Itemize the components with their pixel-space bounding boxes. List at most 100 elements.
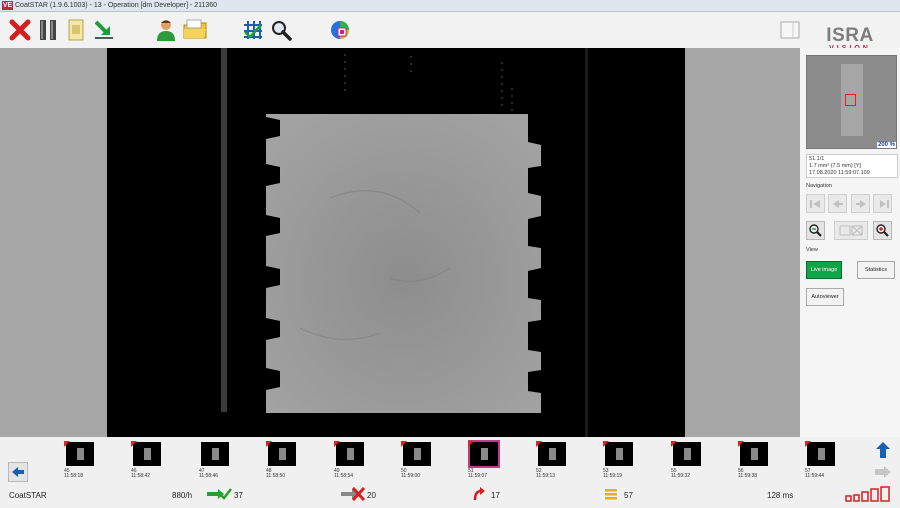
thumbnail-image [673,442,701,466]
preview-zoom-label: 200 % [876,142,896,148]
pause-button[interactable] [34,16,62,44]
thumbnail-image [740,442,768,466]
status-app-name: CoatSTAR [9,491,47,500]
color-calibration-button[interactable] [326,16,354,44]
nav-prev-icon [832,199,843,208]
app-icon: VE [2,1,13,10]
user-button[interactable] [152,16,180,44]
thumbnail-item[interactable]: 48 11:58:50 [266,441,301,482]
fit-view-icon [839,225,863,236]
thumbnail-time: 11:58:42 [131,473,151,479]
thumbnail-time: 11:59:13 [536,473,556,479]
zoom-out-button[interactable] [806,221,825,240]
scroll-up-button[interactable] [874,441,892,459]
thumbnail-time: 11:59:44 [805,473,825,479]
user-icon [157,20,175,41]
preview-overview[interactable]: 200 % [806,55,897,149]
zoom-icon [272,21,292,41]
close-button[interactable] [6,16,34,44]
open-folder-button[interactable] [181,16,209,44]
statistics-button[interactable]: Statistics [857,261,895,279]
thumbnail-item[interactable]: 57 11:59:44 [805,441,840,482]
nav-first-icon [809,199,820,208]
signal-level-icon [845,486,893,506]
nok-icon [340,486,366,505]
thumbnail-time: 11:59:00 [401,473,421,479]
thumbnail-time: 11:59:19 [603,473,623,479]
zoom-in-icon [876,224,889,237]
document-icon [68,19,84,41]
stack-icon [604,487,618,505]
thumbnail-time: 11:58:50 [266,473,286,479]
autoviewer-button[interactable]: Autoviewer [806,288,844,306]
status-cycle-time: 128 ms [767,491,794,500]
arrow-right-disabled-icon [875,466,891,478]
panel-toggle-icon [780,21,800,39]
thumbnail-image [201,442,229,466]
arrow-left-icon [12,467,24,477]
ok-icon [206,487,232,505]
inspection-image [0,48,800,437]
status-bar: CoatSTAR 880/h 37 20 17 57 128 ms [0,483,900,508]
thumbnail-item[interactable]: 56 11:59:38 [738,441,773,482]
thumbnail-item[interactable]: 46 11:58:42 [131,441,166,482]
thumbnail-image [807,442,835,466]
inspection-image-view[interactable] [0,48,800,437]
scroll-down-button[interactable] [874,463,892,481]
zoom-in-button[interactable] [873,221,892,240]
window-title: CoatSTAR (1.9.6.1003) - 13 - Operation [… [15,2,218,9]
status-ok-count: 37 [234,491,243,500]
status-redo-count: 17 [491,491,500,500]
status-nok-count: 20 [367,491,376,500]
thumbnail-item[interactable]: 53 11:59:19 [603,441,638,482]
thumbnail-image [133,442,161,466]
thumbnail-image [336,442,364,466]
defect-info-line3: 17.08.2020 11:59:07.109 [809,170,870,176]
thumbnail-image [66,442,94,466]
grid-icon [244,21,262,39]
status-stack-count: 57 [624,491,633,500]
nav-prev-button[interactable] [828,194,847,213]
thumbnail-item[interactable]: 45 11:58:18 [64,441,99,482]
status-rate: 880/h [172,491,193,500]
nav-first-button[interactable] [806,194,825,213]
thumbnail-time: 11:59:07 [468,473,488,479]
arrow-up-icon [876,442,890,458]
panel-toggle-button[interactable] [776,16,804,44]
thumbnail-time: 11:58:46 [199,473,219,479]
thumbnail-item[interactable]: 50 11:59:00 [401,441,436,482]
nav-next-button[interactable] [851,194,870,213]
thumbnail-image [403,442,431,466]
thumbnail-time: 11:59:38 [738,473,758,479]
thumbnail-image [468,440,500,468]
pause-icon [40,20,56,40]
thumbnail-item[interactable]: 49 11:58:54 [334,441,369,482]
thumbnail-item[interactable]: 55 11:59:32 [671,441,706,482]
thumbnail-image [538,442,566,466]
preview-roi-marker [845,94,856,106]
thumbnail-item[interactable]: 51 11:59:07 [468,440,503,482]
defect-info-line1: 51.1/1 [809,156,825,162]
color-calibration-icon [331,21,349,39]
navigation-label: Navigation [806,183,832,189]
redo-icon [472,487,486,505]
zoom-button[interactable] [267,16,295,44]
thumbnail-time: 11:58:54 [334,473,354,479]
scroll-left-button[interactable] [8,462,28,482]
document-button[interactable] [62,16,90,44]
import-button[interactable] [90,16,118,44]
fit-view-button[interactable] [834,221,868,240]
nav-last-icon [879,199,889,208]
logo-line1: ISRA [826,25,874,46]
live-image-button[interactable]: Live image [806,261,842,279]
thumbnail-item[interactable]: 52 11:59:13 [536,441,571,482]
grid-button[interactable] [239,16,267,44]
folder-open-icon [183,19,207,39]
thumbnail-image [268,442,296,466]
defect-info-box: 51.1/1 1.7 mm² (7.5 mm) [Y] 17.08.2020 1… [806,154,898,178]
nav-last-button[interactable] [873,194,892,213]
view-label: View [806,247,818,253]
thumbnail-image [605,442,633,466]
toolbar: ISRA VISION [0,12,900,52]
thumbnail-item[interactable]: 47 11:58:46 [199,442,234,482]
